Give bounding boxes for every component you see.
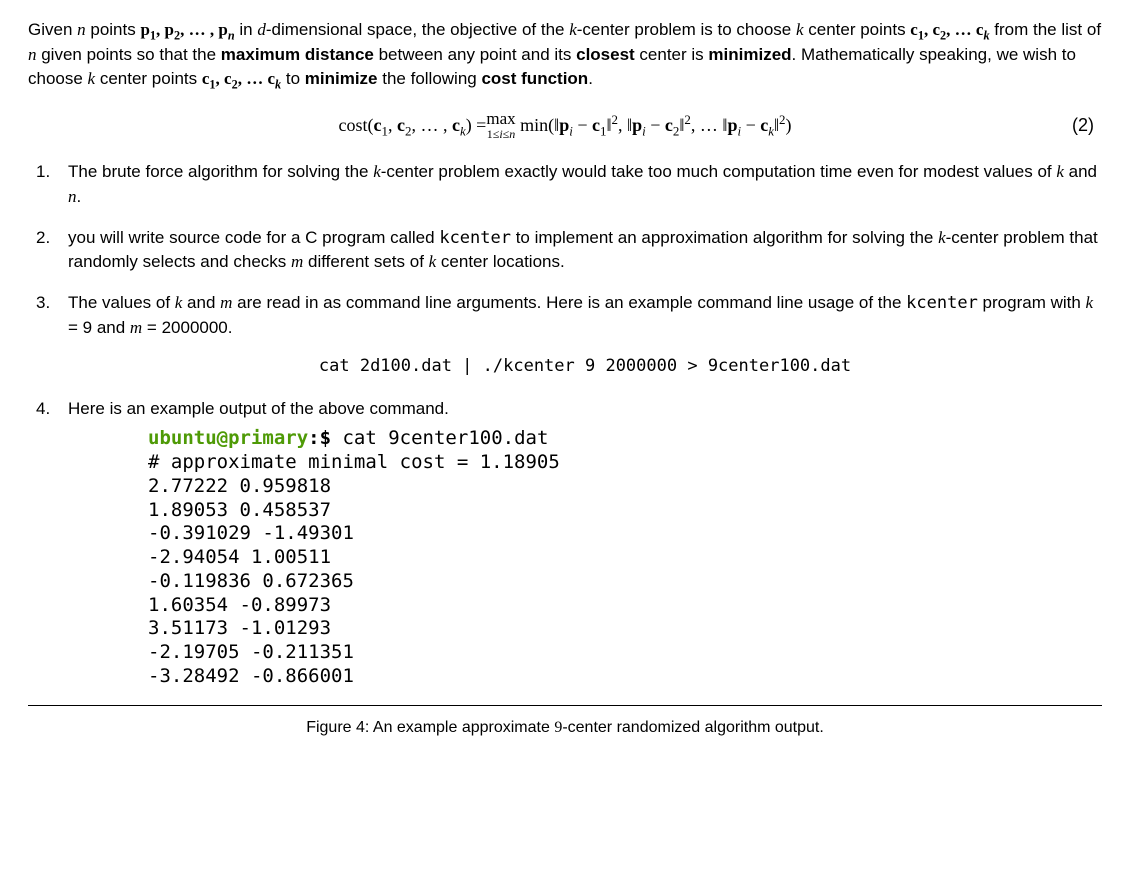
- terminal-line: -0.119836 0.672365: [148, 570, 354, 592]
- terminal-command: cat 9center100.dat: [342, 427, 548, 449]
- text: .: [77, 187, 82, 206]
- max-sub: 1≤i≤n: [487, 128, 516, 141]
- cost-equation: cost(c1, c2, … , ck) = max 1≤i≤n min (‖p…: [28, 110, 1102, 140]
- figure-label: Figure 4:: [306, 719, 369, 736]
- closest: closest: [576, 45, 635, 64]
- text: An example approximate: [369, 719, 554, 736]
- list-item-4: Here is an example output of the above c…: [68, 397, 1102, 689]
- text: you will write source code for a C progr…: [68, 228, 439, 247]
- text: The values of: [68, 293, 175, 312]
- eq-body: (‖pi − c1‖2, ‖pi − c2‖2, … ‖pi − ck‖2): [548, 112, 791, 138]
- text: center locations.: [436, 252, 565, 271]
- prompt-user: ubuntu@primary: [148, 427, 308, 449]
- list-item-2: you will write source code for a C progr…: [68, 226, 1102, 275]
- text: points: [86, 20, 141, 39]
- var-m: m: [220, 293, 232, 312]
- minimized: minimized: [708, 45, 791, 64]
- text: given points so that the: [37, 45, 221, 64]
- eq-lhs: cost(c1, c2, … , ck) =: [338, 112, 486, 138]
- text: from the list of: [990, 20, 1101, 39]
- text: center points: [95, 69, 202, 88]
- var-k: k: [373, 162, 381, 181]
- min-operator: min: [520, 112, 548, 138]
- list-item-3: The values of k and m are read in as com…: [68, 291, 1102, 379]
- cost-function: cost function: [481, 69, 588, 88]
- text: and: [182, 293, 220, 312]
- problem-list: The brute force algorithm for solving th…: [28, 160, 1102, 688]
- centers-list: c1, c2, … ck: [202, 69, 281, 88]
- centers-list: c1, c2, … ck: [910, 20, 989, 39]
- text: different sets of: [303, 252, 428, 271]
- terminal-line: 1.89053 0.458537: [148, 499, 331, 521]
- var-n: n: [68, 187, 77, 206]
- var-k: k: [796, 20, 804, 39]
- text: -center randomized algorithm output.: [562, 719, 823, 736]
- text: are read in as command line arguments. H…: [232, 293, 906, 312]
- text: Here is an example output of the above c…: [68, 399, 449, 418]
- text: -center problem is to choose: [577, 20, 796, 39]
- figure-caption: Figure 4: An example approximate 9-cente…: [28, 716, 1102, 739]
- text: to: [281, 69, 305, 88]
- text: and: [1064, 162, 1097, 181]
- text: .: [588, 69, 593, 88]
- program-name: kcenter: [439, 228, 511, 248]
- text: -dimensional space, the objective of the: [266, 20, 569, 39]
- var-k: k: [938, 228, 946, 247]
- text: in: [235, 20, 258, 39]
- var-m: m: [130, 318, 142, 337]
- var-n: n: [77, 20, 86, 39]
- terminal-line: -2.19705 -0.211351: [148, 641, 354, 663]
- var-k: k: [88, 69, 96, 88]
- equation-number: (2): [1072, 112, 1094, 138]
- var-k: k: [1086, 293, 1094, 312]
- terminal-line: -3.28492 -0.866001: [148, 665, 354, 687]
- points-list: p1, p2, … , pn: [140, 20, 234, 39]
- text: Given: [28, 20, 77, 39]
- program-name: kcenter: [906, 293, 978, 313]
- text: center points: [804, 20, 911, 39]
- minimize: minimize: [305, 69, 378, 88]
- intro-paragraph: Given n points p1, p2, … , pn in d-dimen…: [28, 18, 1102, 92]
- text: = 9 and: [68, 318, 130, 337]
- terminal-line: # approximate minimal cost = 1.18905: [148, 451, 560, 473]
- terminal-line: -0.391029 -1.49301: [148, 522, 354, 544]
- text: between any point and its: [374, 45, 576, 64]
- horizontal-rule: [28, 705, 1102, 706]
- var-d: d: [257, 20, 266, 39]
- terminal-output: ubuntu@primary:$ cat 9center100.dat # ap…: [148, 427, 1102, 688]
- terminal-line: 2.77222 0.959818: [148, 475, 331, 497]
- var-k: k: [1056, 162, 1064, 181]
- list-item-1: The brute force algorithm for solving th…: [68, 160, 1102, 209]
- max: max: [486, 110, 515, 128]
- var-m: m: [291, 252, 303, 271]
- cost-label: cost: [338, 115, 367, 135]
- max-operator: max 1≤i≤n: [486, 110, 515, 140]
- text: center is: [635, 45, 709, 64]
- text: The brute force algorithm for solving th…: [68, 162, 373, 181]
- command-line-example: cat 2d100.dat | ./kcenter 9 2000000 > 9c…: [68, 354, 1102, 379]
- text: to implement an approximation algorithm …: [511, 228, 938, 247]
- var-n: n: [28, 45, 37, 64]
- text: = 2000000.: [142, 318, 232, 337]
- terminal-line: 1.60354 -0.89973: [148, 594, 331, 616]
- terminal-line: -2.94054 1.00511: [148, 546, 331, 568]
- text: the following: [378, 69, 482, 88]
- var-k: k: [569, 20, 577, 39]
- prompt-sep: :$: [308, 427, 342, 449]
- max-distance: maximum distance: [221, 45, 374, 64]
- text: program with: [978, 293, 1086, 312]
- terminal-line: 3.51173 -1.01293: [148, 617, 331, 639]
- text: -center problem exactly would take too m…: [381, 162, 1057, 181]
